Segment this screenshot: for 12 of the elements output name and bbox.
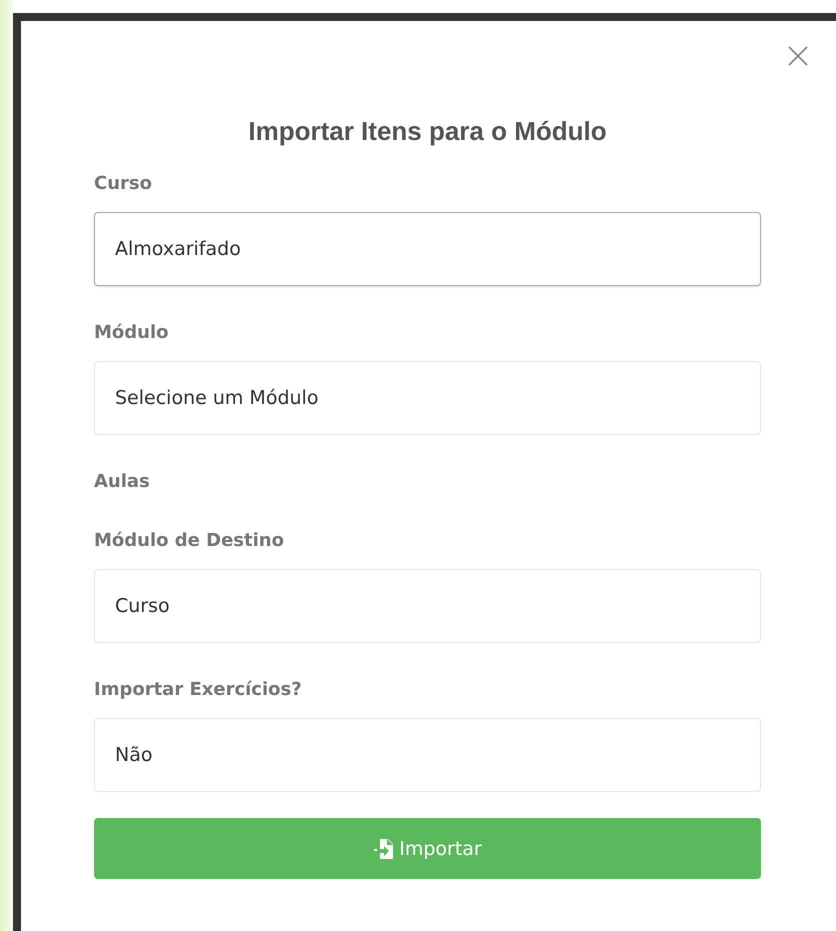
select-field[interactable]: Não	[94, 718, 761, 792]
select-field[interactable]: Almoxarifado	[94, 212, 761, 286]
select-field[interactable]: Curso	[94, 569, 761, 643]
field-label: Módulo	[94, 321, 169, 345]
dialog-title: Importar Itens para o Módulo	[248, 115, 607, 147]
field-label: Módulo de Destino	[94, 529, 284, 553]
select-field[interactable]: Selecione um Módulo	[94, 361, 761, 435]
file-import-icon	[373, 838, 396, 860]
close-icon[interactable]	[787, 45, 809, 67]
field-label: Curso	[94, 172, 152, 196]
field-label: Importar Exercícios?	[94, 678, 302, 702]
field-label: Aulas	[94, 470, 150, 494]
